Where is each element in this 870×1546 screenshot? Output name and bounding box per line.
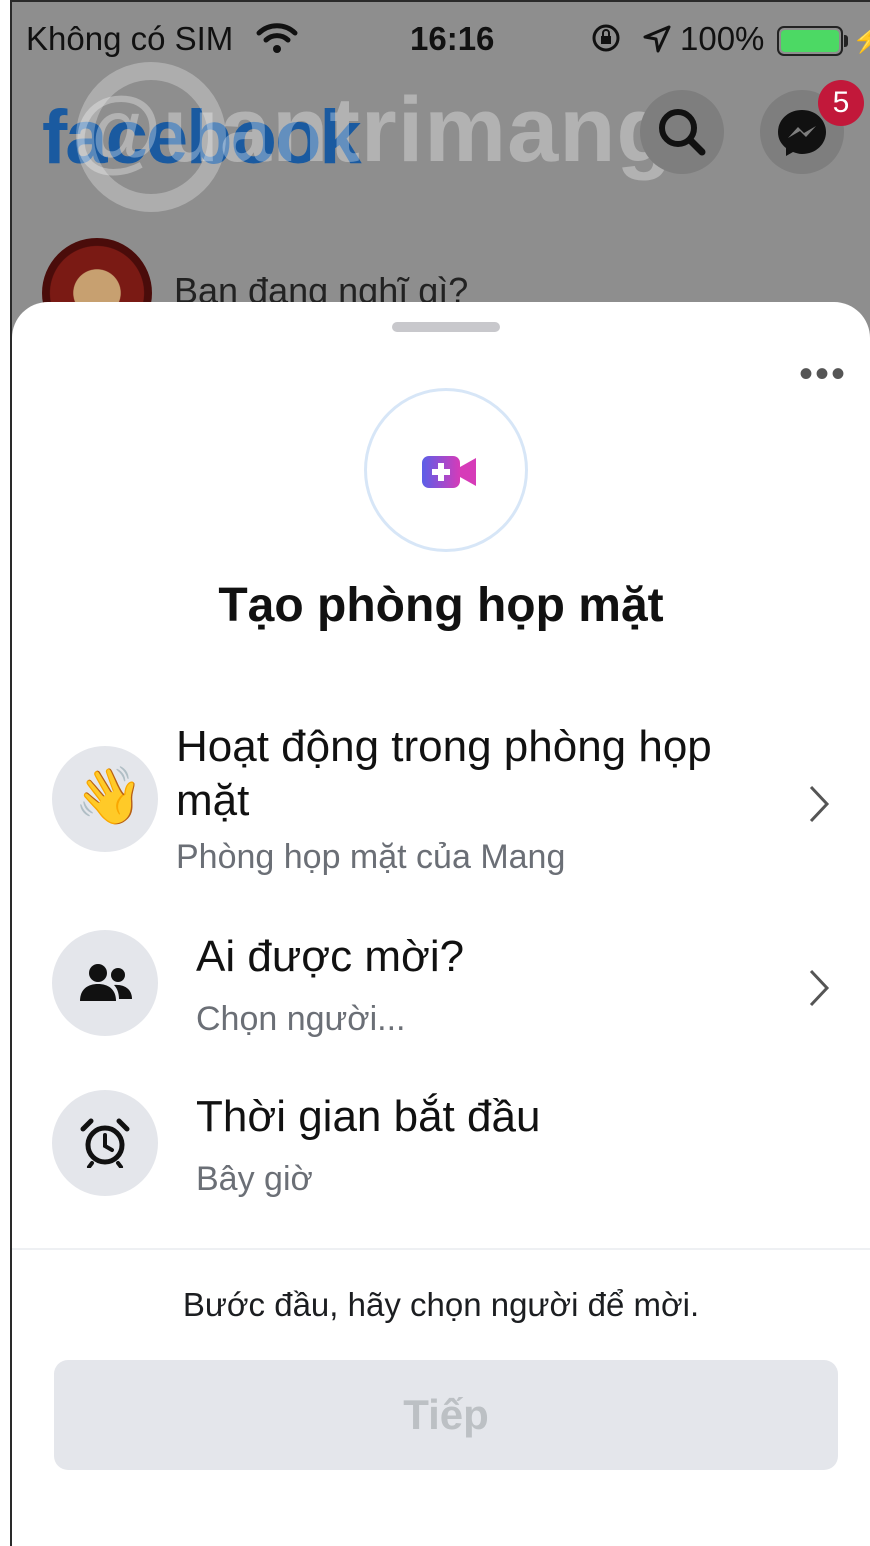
invitees-subtitle: Chọn người...: [196, 1000, 406, 1038]
room-icon-circle: [364, 388, 528, 552]
carrier-label: Không có SIM: [26, 20, 234, 57]
invitees-title: Ai được mời?: [196, 932, 465, 981]
create-room-sheet: ••• Tạo phòng họp mặt 👋 Hoạt động trong …: [12, 302, 870, 1546]
start-time-subtitle: Bây giờ: [196, 1160, 313, 1198]
messenger-badge: 5: [818, 80, 864, 126]
phone-screen: Không có SIM 16:16 100% ⚡ facebook @uant…: [10, 0, 870, 1546]
watermark-text: @uantrimang: [72, 79, 674, 181]
sheet-title: Tạo phòng họp mặt: [218, 579, 664, 632]
wifi-icon: [256, 23, 298, 53]
chevron-right-icon: [809, 785, 830, 823]
divider: [12, 1248, 870, 1250]
chevron-right-icon: [809, 969, 830, 1007]
start-time-title: Thời gian bắt đầu: [196, 1092, 541, 1141]
battery-percent: 100%: [680, 20, 765, 57]
start-time-icon-circle: [52, 1090, 158, 1196]
start-time-row[interactable]: Thời gian bắt đầu Bây giờ: [12, 1086, 870, 1206]
room-activity-row[interactable]: 👋 Hoạt động trong phòng họp mặt Phòng họ…: [12, 720, 870, 890]
battery-icon: [777, 26, 843, 56]
next-button[interactable]: Tiếp: [54, 1360, 838, 1470]
location-arrow-icon: [643, 25, 671, 53]
waving-hand-icon: 👋: [74, 764, 144, 827]
room-activity-icon-circle: 👋: [52, 746, 158, 852]
invitees-row[interactable]: Ai được mời? Chọn người...: [12, 926, 870, 1046]
battery-tip: [844, 35, 848, 47]
more-options-button[interactable]: •••: [798, 354, 848, 396]
hint-text: Bước đầu, hãy chọn người để mời.: [182, 1286, 700, 1323]
room-activity-title: Hoạt động trong phòng họp mặt: [176, 722, 712, 825]
charging-bolt-icon: ⚡: [852, 24, 870, 55]
people-icon: [80, 964, 132, 1001]
video-plus-icon: [422, 456, 476, 488]
clock: 16:16: [410, 20, 495, 57]
sheet-grabber[interactable]: [392, 322, 500, 332]
search-icon: [659, 109, 706, 156]
search-button[interactable]: [640, 90, 724, 174]
room-activity-subtitle: Phòng họp mặt của Mang: [176, 838, 566, 876]
rotation-lock-icon: [592, 24, 620, 52]
invitees-icon-circle: [52, 930, 158, 1036]
alarm-clock-icon: [80, 1118, 130, 1168]
